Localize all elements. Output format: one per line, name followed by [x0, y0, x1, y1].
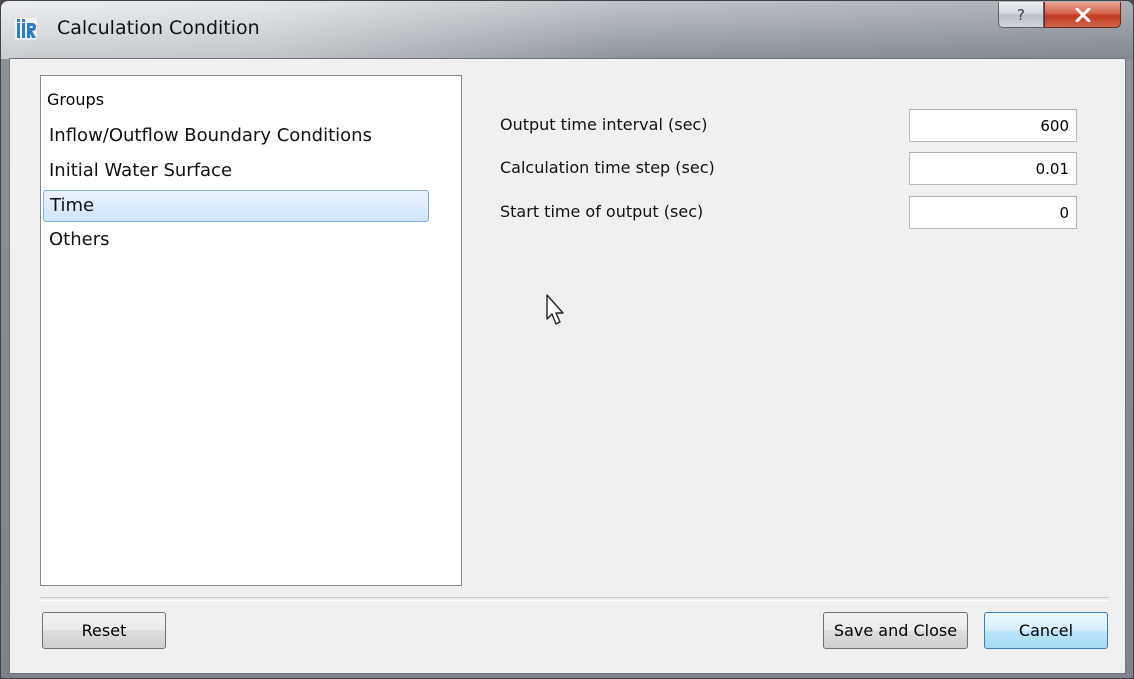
footer-separator	[40, 597, 1109, 601]
save-and-close-button[interactable]: Save and Close	[823, 612, 968, 649]
group-item-label: Others	[49, 229, 110, 250]
dialog-client-area: Groups Inflow/Outflow Boundary Condition…	[9, 58, 1126, 674]
cancel-button[interactable]: Cancel	[984, 612, 1108, 649]
group-item-time[interactable]: Time	[43, 190, 429, 222]
group-item-label: Initial Water Surface	[49, 160, 233, 181]
groups-header: Groups	[47, 90, 105, 109]
group-item-initial-water-surface[interactable]: Initial Water Surface	[43, 156, 429, 188]
dialog-window: Calculation Condition ? Groups Inflow/Ou…	[0, 0, 1134, 679]
calculation-time-step-label: Calculation time step (sec)	[500, 158, 715, 177]
window-title: Calculation Condition	[57, 17, 260, 39]
help-icon: ?	[1017, 5, 1025, 24]
mouse-pointer-icon	[546, 294, 564, 325]
help-button[interactable]: ?	[998, 2, 1044, 28]
start-time-of-output-label: Start time of output (sec)	[500, 202, 704, 221]
calculation-time-step-input[interactable]	[909, 152, 1077, 185]
close-icon	[1075, 7, 1090, 22]
output-time-interval-label: Output time interval (sec)	[500, 115, 708, 134]
close-button[interactable]	[1044, 2, 1121, 28]
group-item-label: Time	[50, 195, 95, 216]
reset-button[interactable]: Reset	[42, 612, 166, 649]
iric-app-icon	[15, 18, 37, 40]
group-item-inflow-outflow-boundary-conditions[interactable]: Inflow/Outflow Boundary Conditions	[43, 121, 429, 153]
group-item-label: Inflow/Outflow Boundary Conditions	[49, 125, 372, 146]
start-time-of-output-input[interactable]	[909, 196, 1077, 229]
output-time-interval-input[interactable]	[909, 109, 1077, 142]
cancel-button-label: Cancel	[1018, 621, 1074, 640]
title-bar[interactable]: Calculation Condition ?	[1, 1, 1133, 59]
save-and-close-button-label: Save and Close	[833, 621, 958, 640]
reset-button-label: Reset	[81, 621, 127, 640]
group-item-others[interactable]: Others	[43, 225, 429, 257]
